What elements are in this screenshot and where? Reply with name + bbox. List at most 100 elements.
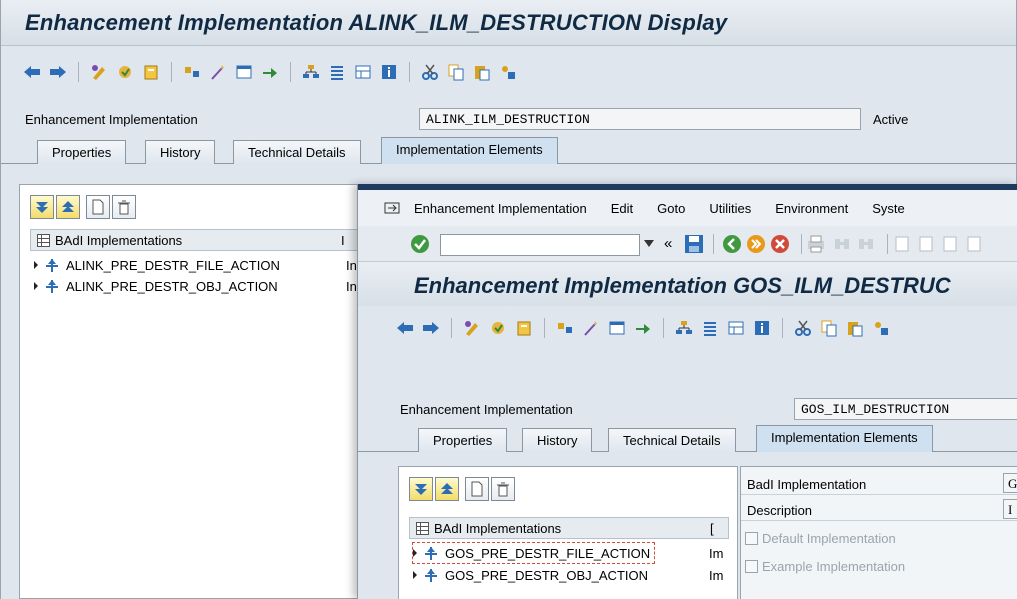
back-double-arrow-icon[interactable]: «: [664, 235, 672, 252]
find-next-icon[interactable]: [856, 234, 876, 254]
where-used-icon[interactable]: [259, 61, 281, 83]
tab-history[interactable]: History: [145, 140, 216, 164]
back-arrow-icon[interactable]: [21, 61, 43, 83]
badi-implementation-field[interactable]: G: [1003, 473, 1017, 493]
enhancement-implementation-field[interactable]: ALINK_ILM_DESTRUCTION: [419, 108, 861, 130]
toolbar-separator: [290, 62, 291, 82]
menu-enhancement-implementation[interactable]: Enhancement Implementation: [414, 201, 587, 216]
menu-edit[interactable]: Edit: [611, 201, 633, 216]
copy-icon[interactable]: [445, 61, 467, 83]
description-field[interactable]: I: [1003, 499, 1017, 519]
tab-implementation-elements[interactable]: Implementation Elements: [756, 425, 933, 452]
checkbox-icon[interactable]: [745, 532, 758, 545]
layout-icon[interactable]: [352, 61, 374, 83]
default-implementation-checkbox[interactable]: Default Implementation: [745, 531, 896, 546]
paste-icon[interactable]: [844, 317, 866, 339]
menu-exit-icon[interactable]: [384, 201, 400, 215]
first-page-icon[interactable]: [892, 234, 912, 254]
paste-icon[interactable]: [471, 61, 493, 83]
menu-system[interactable]: Syste: [872, 201, 905, 216]
delete-icon[interactable]: [491, 477, 515, 501]
delete-icon[interactable]: [112, 195, 136, 219]
list-icon[interactable]: [699, 317, 721, 339]
forward-arrow-icon[interactable]: [420, 317, 442, 339]
undo-icon[interactable]: [870, 317, 892, 339]
table-icon: [37, 234, 50, 247]
tab-properties[interactable]: Properties: [418, 428, 508, 452]
next-page-icon[interactable]: [940, 234, 960, 254]
navigation-window-icon[interactable]: [606, 317, 628, 339]
expand-all-icon[interactable]: [409, 477, 433, 501]
tab-properties[interactable]: Properties: [37, 140, 127, 164]
display-change-icon[interactable]: [461, 317, 483, 339]
collapse-all-icon[interactable]: [56, 195, 80, 219]
tree-row[interactable]: ALINK_PRE_DESTR_OBJ_ACTION In: [34, 276, 357, 296]
new-document-icon[interactable]: [465, 477, 489, 501]
last-page-icon[interactable]: [964, 234, 984, 254]
previous-page-icon[interactable]: [916, 234, 936, 254]
tree-header-col2: I: [341, 233, 345, 248]
display-change-icon[interactable]: [88, 61, 110, 83]
tree-header-col2: [: [710, 521, 714, 536]
menu-goto[interactable]: Goto: [657, 201, 685, 216]
cut-icon[interactable]: [792, 317, 814, 339]
front-tab-strip: Properties History Technical Details Imp…: [358, 424, 1017, 452]
copy-icon[interactable]: [818, 317, 840, 339]
command-dropdown-icon[interactable]: [644, 240, 654, 248]
new-document-icon[interactable]: [86, 195, 110, 219]
tab-implementation-elements[interactable]: Implementation Elements: [381, 137, 558, 164]
info-icon[interactable]: [378, 61, 400, 83]
info-icon[interactable]: [751, 317, 773, 339]
expand-arrow-icon[interactable]: [413, 571, 417, 579]
wizard-icon[interactable]: [580, 317, 602, 339]
toolbar-separator: [171, 62, 172, 82]
expand-all-icon[interactable]: [30, 195, 54, 219]
enhancement-implementation-field[interactable]: GOS_ILM_DESTRUCTION: [794, 398, 1017, 420]
tree-row[interactable]: GOS_PRE_DESTR_FILE_ACTION Im: [411, 542, 723, 564]
hierarchy-icon[interactable]: [300, 61, 322, 83]
where-used-icon[interactable]: [632, 317, 654, 339]
check-icon[interactable]: [513, 317, 535, 339]
object-list-icon[interactable]: [554, 317, 576, 339]
check-icon[interactable]: [140, 61, 162, 83]
tab-technical-details[interactable]: Technical Details: [233, 140, 361, 164]
front-title-bar: Enhancement Implementation GOS_ILM_DESTR…: [358, 262, 1017, 306]
checkbox-icon[interactable]: [745, 560, 758, 573]
wizard-icon[interactable]: [207, 61, 229, 83]
list-icon[interactable]: [326, 61, 348, 83]
front-system-toolbar: «: [358, 226, 1017, 262]
tab-history[interactable]: History: [522, 428, 593, 452]
tree-row[interactable]: ALINK_PRE_DESTR_FILE_ACTION In: [34, 255, 357, 275]
hierarchy-icon[interactable]: [673, 317, 695, 339]
tree-row[interactable]: GOS_PRE_DESTR_OBJ_ACTION Im: [413, 565, 723, 585]
activate-icon[interactable]: [487, 317, 509, 339]
expand-arrow-icon[interactable]: [413, 549, 417, 557]
exit-orange-icon[interactable]: [746, 234, 766, 254]
collapse-all-icon[interactable]: [435, 477, 459, 501]
menu-utilities[interactable]: Utilities: [709, 201, 751, 216]
cut-icon[interactable]: [419, 61, 441, 83]
expand-arrow-icon[interactable]: [34, 261, 38, 269]
forward-arrow-icon[interactable]: [47, 61, 69, 83]
command-field[interactable]: [440, 234, 640, 256]
toolbar-separator: [409, 62, 410, 82]
activate-icon[interactable]: [114, 61, 136, 83]
layout-icon[interactable]: [725, 317, 747, 339]
print-icon[interactable]: [806, 234, 826, 254]
object-list-icon[interactable]: [181, 61, 203, 83]
enter-check-icon[interactable]: [410, 234, 430, 254]
undo-icon[interactable]: [497, 61, 519, 83]
tab-technical-details[interactable]: Technical Details: [608, 428, 736, 452]
expand-arrow-icon[interactable]: [34, 282, 38, 290]
front-application-toolbar: [358, 308, 892, 348]
find-icon[interactable]: [832, 234, 852, 254]
menu-environment[interactable]: Environment: [775, 201, 848, 216]
back-arrow-icon[interactable]: [394, 317, 416, 339]
back-green-icon[interactable]: [722, 234, 742, 254]
save-icon[interactable]: [684, 234, 704, 254]
navigation-window-icon[interactable]: [233, 61, 255, 83]
example-implementation-checkbox[interactable]: Example Implementation: [745, 559, 905, 574]
tree-row-label: ALINK_PRE_DESTR_OBJ_ACTION: [66, 278, 278, 294]
cancel-red-icon[interactable]: [770, 234, 790, 254]
status-text: Active: [873, 112, 909, 127]
